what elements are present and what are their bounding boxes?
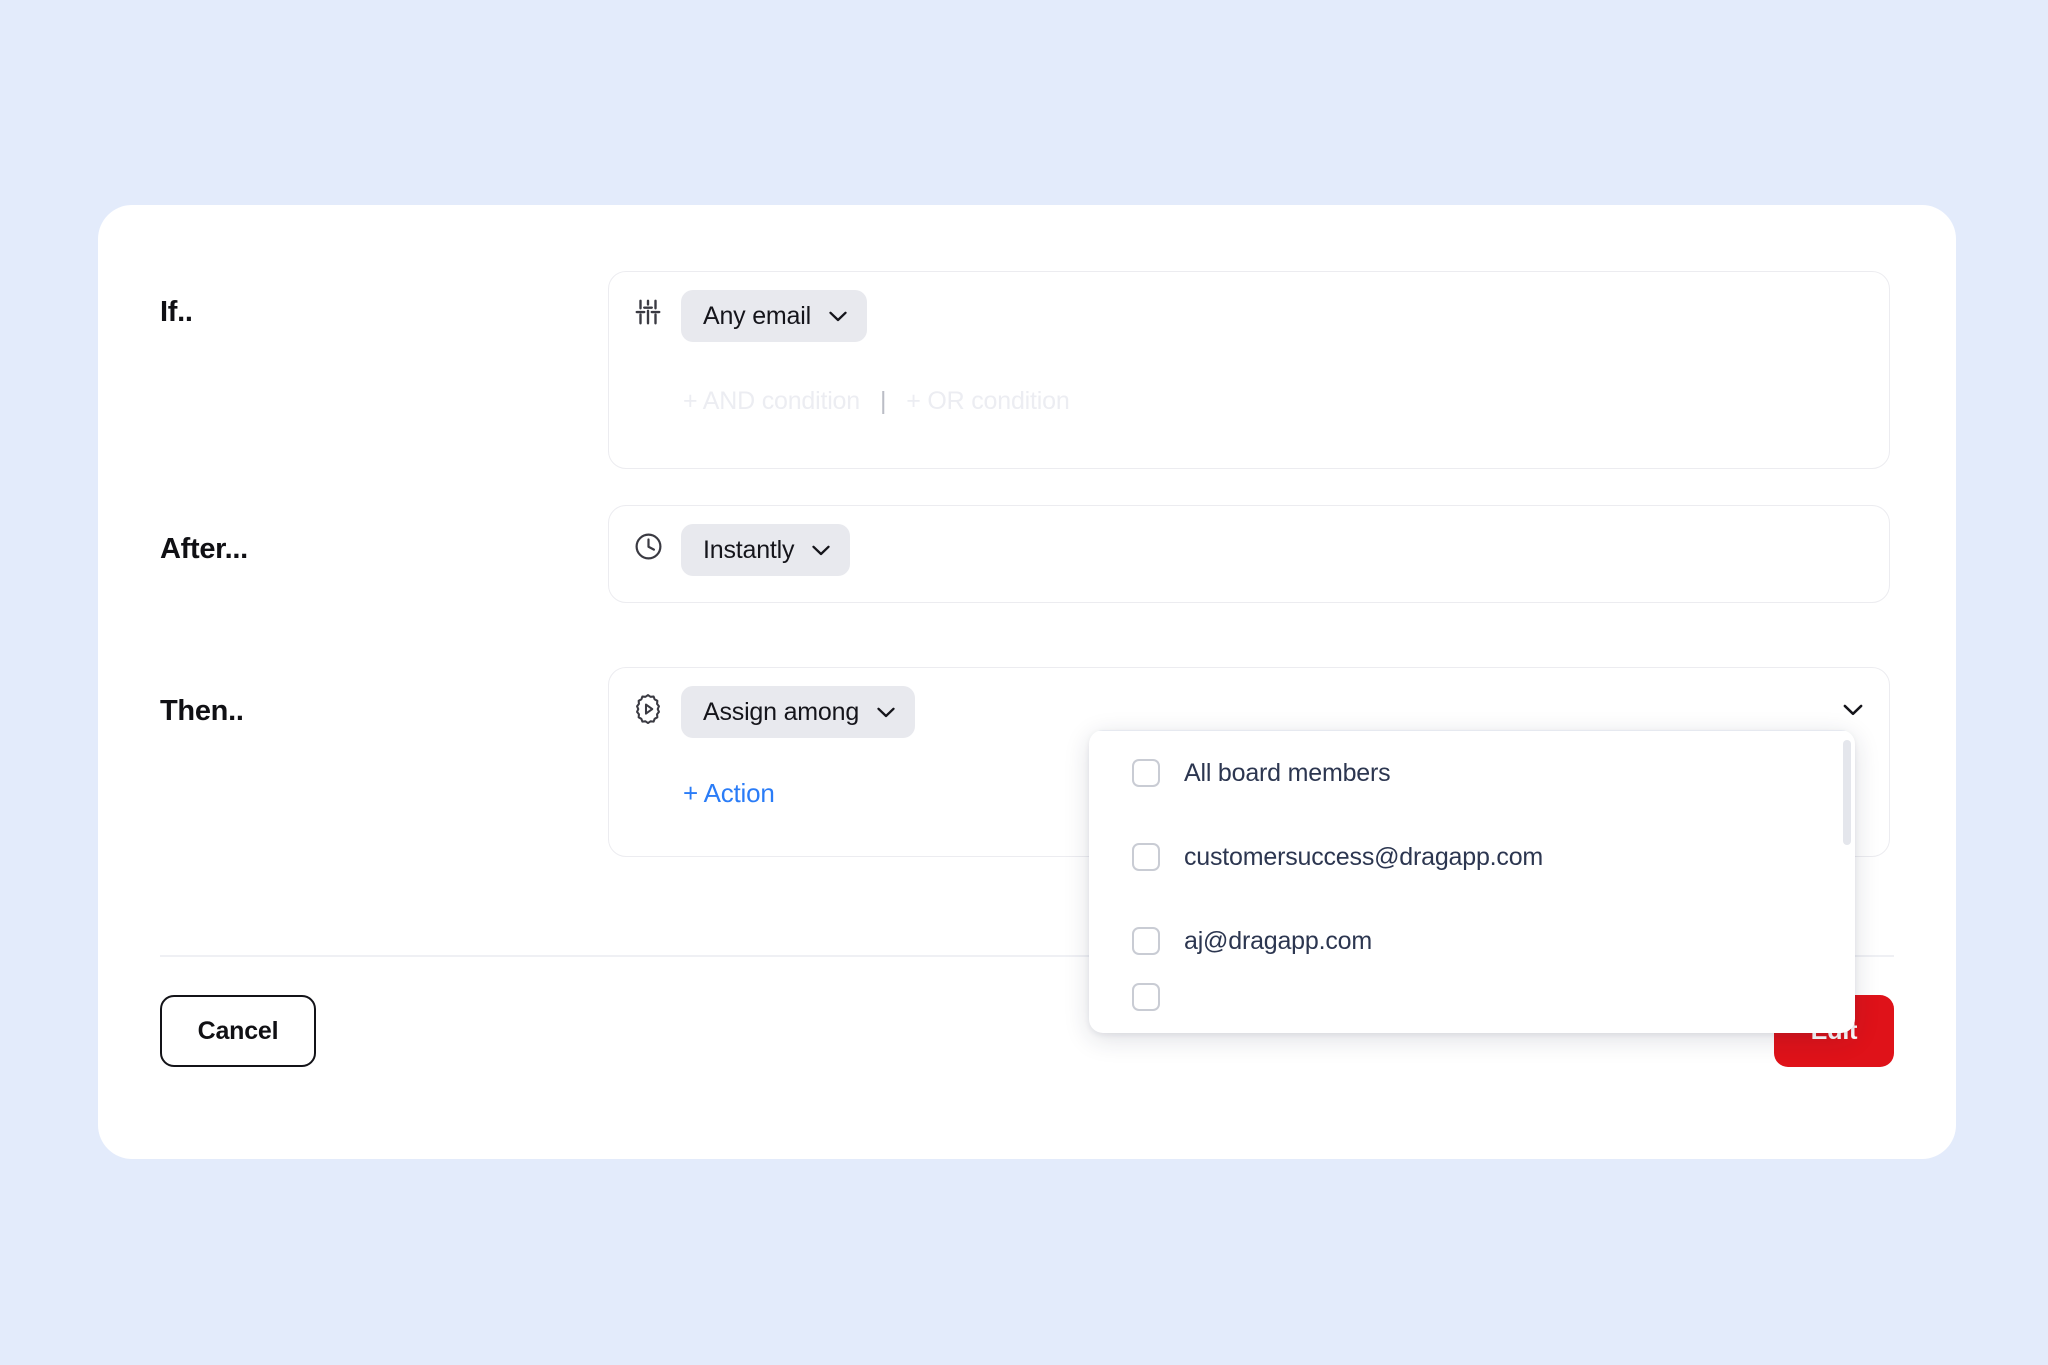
checkbox-icon[interactable] [1132, 927, 1160, 955]
then-row-label: Then.. [160, 695, 244, 727]
chevron-down-icon [1843, 704, 1863, 716]
condition-link-separator: | [879, 387, 887, 415]
if-row-label: If.. [160, 296, 193, 328]
after-delay-select[interactable]: Instantly [681, 524, 851, 576]
chevron-down-icon [877, 707, 895, 718]
if-condition-select[interactable]: Any email [681, 290, 867, 342]
checkbox-icon[interactable] [1132, 759, 1160, 787]
after-row-label: After... [160, 533, 248, 565]
list-item-label: All board members [1184, 758, 1391, 787]
if-condition-box: Any email + AND condition | + OR conditi… [608, 271, 1890, 469]
after-row: After... Instantly [98, 505, 1956, 603]
checkbox-icon[interactable] [1132, 983, 1160, 1011]
dropdown-scrollbar[interactable] [1843, 740, 1851, 845]
list-item[interactable]: aj@dragapp.com [1089, 899, 1855, 983]
checkbox-icon[interactable] [1132, 843, 1160, 871]
assignee-option-list: All board members customersuccess@dragap… [1089, 731, 1855, 1033]
then-action-select[interactable]: Assign among [681, 686, 916, 738]
if-row: If.. Any email + AND condition | + OR co… [98, 263, 1956, 469]
if-condition-value: Any email [703, 301, 811, 330]
list-item[interactable]: All board members [1089, 731, 1855, 815]
sliders-icon [631, 295, 665, 329]
then-action-value: Assign among [703, 697, 860, 726]
add-and-condition-link[interactable]: + AND condition [683, 387, 860, 416]
list-item-label: aj@dragapp.com [1184, 926, 1372, 955]
after-delay-value: Instantly [703, 535, 795, 564]
add-or-condition-link[interactable]: + OR condition [906, 387, 1069, 416]
cancel-button[interactable]: Cancel [160, 995, 316, 1067]
automation-gear-icon [631, 691, 665, 725]
list-item-label: customersuccess@dragapp.com [1184, 842, 1544, 871]
chevron-down-icon [829, 311, 847, 322]
chevron-down-icon [812, 545, 830, 556]
list-item[interactable]: customersuccess@dragapp.com [1089, 815, 1855, 899]
assignee-dropdown-menu[interactable]: All board members customersuccess@dragap… [1089, 730, 1855, 1033]
clock-icon [631, 529, 665, 563]
list-item-partial[interactable] [1089, 983, 1855, 1013]
condition-link-group: + AND condition | + OR condition [683, 387, 1070, 416]
add-action-link[interactable]: + Action [683, 778, 775, 809]
after-delay-box: Instantly [608, 505, 1890, 603]
